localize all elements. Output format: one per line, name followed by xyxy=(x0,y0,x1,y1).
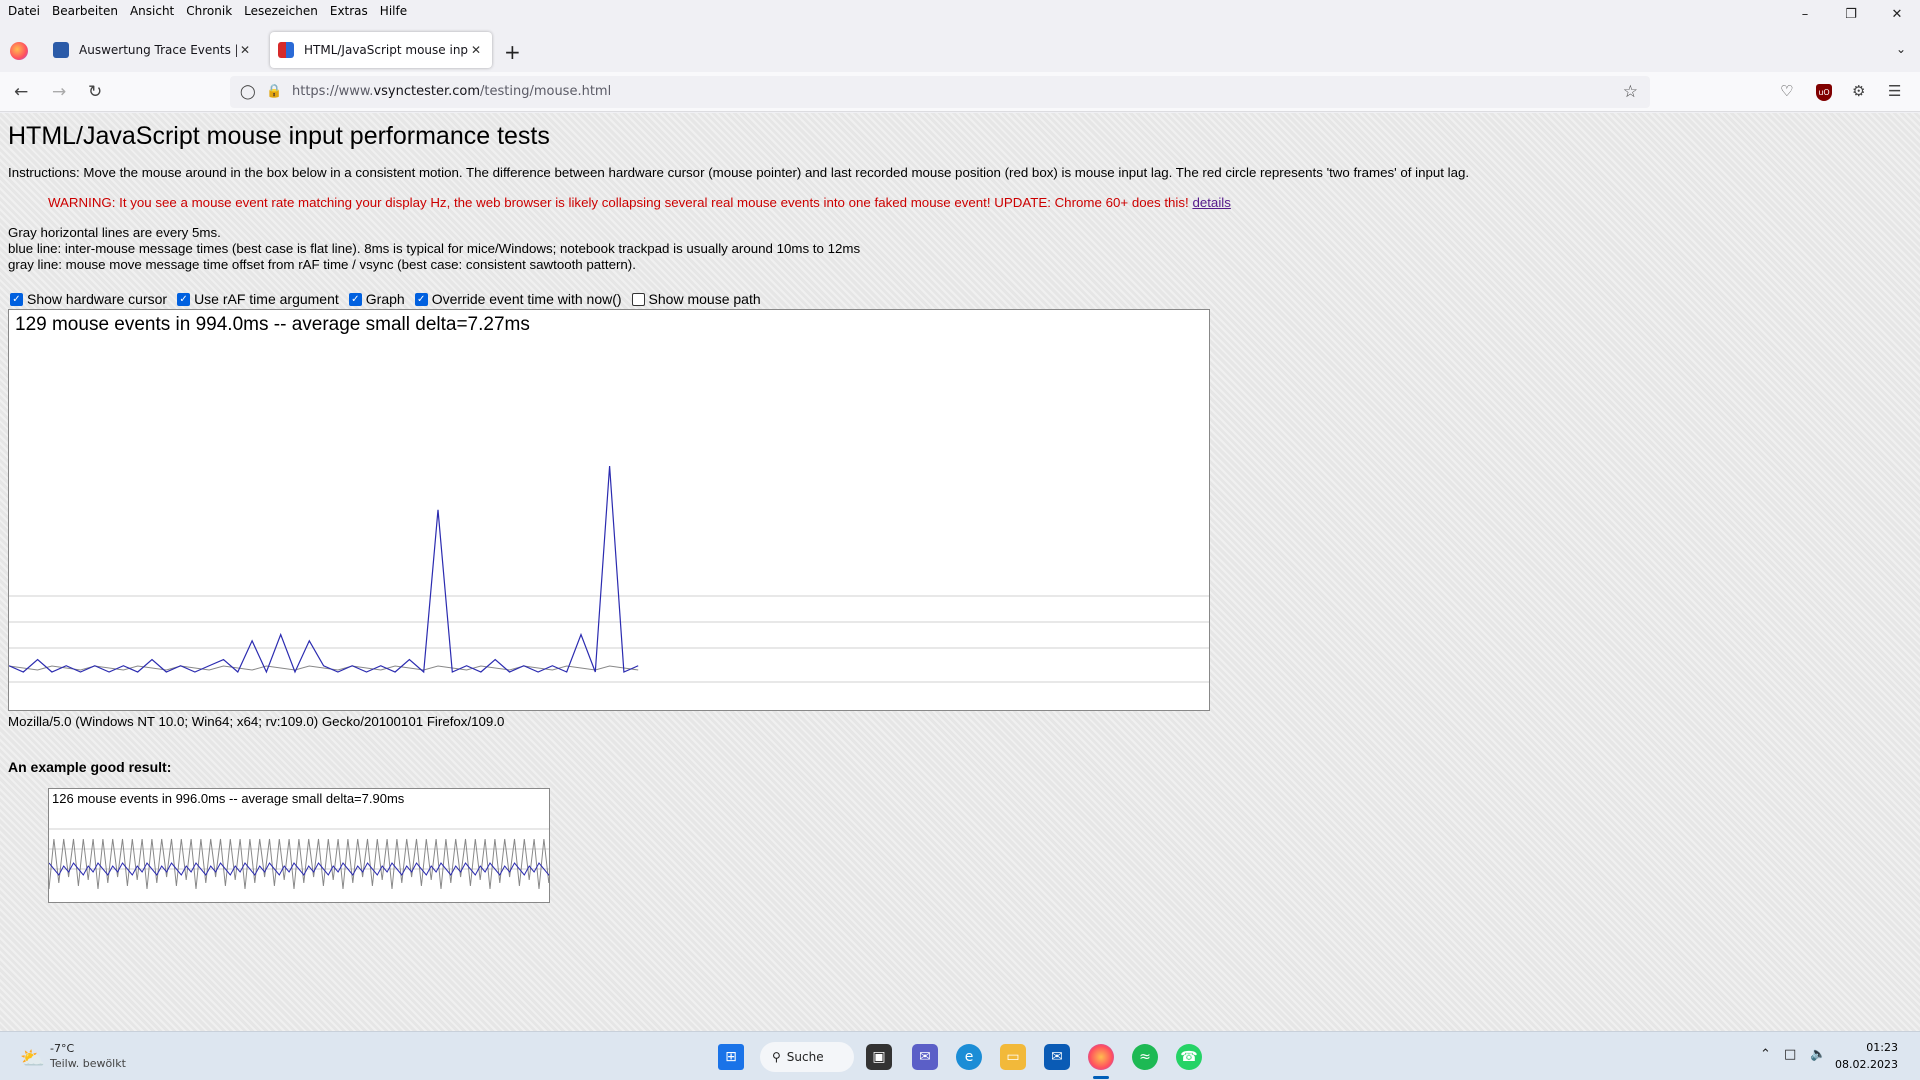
user-agent-text: Mozilla/5.0 (Windows NT 10.0; Win64; x64… xyxy=(8,714,505,729)
blue-series-line xyxy=(9,466,639,674)
weather-icon[interactable]: ⛅ xyxy=(20,1046,45,1070)
example-heading: An example good result: xyxy=(8,759,172,775)
page-content: HTML/JavaScript mouse input performance … xyxy=(0,113,1920,1031)
mouse-test-area[interactable]: 129 mouse events in 994.0ms -- average s… xyxy=(8,309,1210,711)
menu-datei[interactable]: Datei xyxy=(4,4,44,18)
teams-chat-icon[interactable]: ✉ xyxy=(912,1044,938,1070)
tab-trace-events[interactable]: Auswertung Trace Events | Com ✕ xyxy=(45,32,261,68)
new-tab-icon[interactable]: + xyxy=(504,40,521,64)
volume-icon[interactable]: 🔈 xyxy=(1810,1047,1826,1062)
extensions-icon[interactable]: ⚙ xyxy=(1852,82,1865,100)
reload-icon[interactable]: ↻ xyxy=(88,82,102,102)
close-tab-icon[interactable]: ✕ xyxy=(468,43,484,57)
chevron-down-icon[interactable]: ⌄ xyxy=(1896,42,1906,56)
whatsapp-icon[interactable]: ☎ xyxy=(1176,1044,1202,1070)
bookmark-star-icon[interactable]: ☆ xyxy=(1623,82,1638,102)
option-use-raf-time[interactable]: ✓ Use rAF time argument xyxy=(177,291,339,307)
spotify-icon[interactable]: ≈ xyxy=(1132,1044,1158,1070)
hamburger-menu-icon[interactable]: ☰ xyxy=(1888,82,1901,100)
close-tab-icon[interactable]: ✕ xyxy=(237,43,253,57)
url-bar[interactable]: ◯ 🔒 https://www.vsynctester.com/testing/… xyxy=(230,76,1650,108)
menu-hilfe[interactable]: Hilfe xyxy=(376,4,411,18)
menu-bearbeiten[interactable]: Bearbeiten xyxy=(48,4,122,18)
network-icon[interactable]: □ xyxy=(1784,1047,1796,1062)
tab-strip: Auswertung Trace Events | Com ✕ HTML/Jav… xyxy=(0,28,1920,72)
menu-chronik[interactable]: Chronik xyxy=(182,4,236,18)
back-arrow-icon[interactable]: ← xyxy=(14,82,28,102)
minimize-button[interactable]: – xyxy=(1782,0,1828,28)
weather-desc[interactable]: Teilw. bewölkt xyxy=(50,1057,126,1070)
taskbar: ⛅ -7°C Teilw. bewölkt ⊞ ⚲ Suche ▣ ✉ e ▭ … xyxy=(0,1031,1920,1080)
shield-icon[interactable]: ◯ xyxy=(240,84,256,100)
search-button[interactable]: ⚲ Suche xyxy=(760,1042,854,1072)
checkbox[interactable]: ✓ xyxy=(414,292,428,306)
ublock-icon[interactable]: uO xyxy=(1816,84,1832,101)
menu-extras[interactable]: Extras xyxy=(326,4,372,18)
maximize-button[interactable]: ❐ xyxy=(1828,0,1874,28)
checkbox[interactable]: ✓ xyxy=(177,292,191,306)
file-explorer-icon[interactable]: ▭ xyxy=(1000,1044,1026,1070)
lock-icon[interactable]: 🔒 xyxy=(266,84,282,99)
checkbox[interactable]: ✓ xyxy=(348,292,362,306)
clock-time[interactable]: 01:23 xyxy=(1866,1041,1898,1054)
mail-icon[interactable]: ✉ xyxy=(1044,1044,1070,1070)
search-icon: ⚲ xyxy=(772,1050,781,1064)
firefox-view-icon[interactable] xyxy=(10,42,28,60)
legend-line: gray line: mouse move message time offse… xyxy=(8,257,636,272)
clock-date[interactable]: 08.02.2023 xyxy=(1835,1058,1898,1071)
navigation-bar: ← → ↻ ◯ 🔒 https://www.vsynctester.com/te… xyxy=(0,72,1920,112)
gray-series-line xyxy=(49,838,549,890)
option-show-hardware-cursor[interactable]: ✓ Show hardware cursor xyxy=(10,291,167,307)
start-icon[interactable]: ⊞ xyxy=(718,1044,744,1070)
checkbox[interactable] xyxy=(631,292,645,306)
chevron-up-icon[interactable]: ⌃ xyxy=(1760,1047,1771,1062)
options-row: ✓ Show hardware cursor ✓ Use rAF time argu… xyxy=(10,291,771,307)
tab-mouse-input[interactable]: HTML/JavaScript mouse input p ✕ xyxy=(270,32,492,68)
warning-text: WARNING: It you see a mouse event rate m… xyxy=(48,195,1231,210)
tab-label: HTML/JavaScript mouse input p xyxy=(304,43,468,57)
menu-bar: Datei Bearbeiten Ansicht Chronik Lesezei… xyxy=(0,0,1920,22)
page-title: HTML/JavaScript mouse input performance … xyxy=(8,122,550,150)
menu-lesezeichen[interactable]: Lesezeichen xyxy=(240,4,322,18)
tab-label: Auswertung Trace Events | Com xyxy=(79,43,237,57)
edge-icon[interactable]: e xyxy=(956,1044,982,1070)
legend-line: Gray horizontal lines are every 5ms. xyxy=(8,225,221,240)
example-graph xyxy=(49,828,549,890)
firefox-icon[interactable] xyxy=(1088,1044,1114,1070)
option-show-mouse-path[interactable]: Show mouse path xyxy=(631,291,761,307)
example-result-box: 126 mouse events in 996.0ms -- average s… xyxy=(48,788,550,903)
instructions-text: Instructions: Move the mouse around in t… xyxy=(8,165,1470,180)
pocket-icon[interactable]: ♡ xyxy=(1780,82,1793,100)
legend-lines: Gray horizontal lines are every 5ms. blu… xyxy=(8,225,860,273)
tab-favicon-icon xyxy=(53,42,69,58)
weather-temp[interactable]: -7°C xyxy=(50,1042,74,1055)
details-link[interactable]: details xyxy=(1192,195,1230,210)
menu-ansicht[interactable]: Ansicht xyxy=(126,4,178,18)
forward-arrow-icon[interactable]: → xyxy=(52,82,66,102)
tab-favicon-icon xyxy=(278,42,294,58)
active-app-indicator xyxy=(1093,1076,1109,1079)
legend-line: blue line: inter-mouse message times (be… xyxy=(8,241,861,256)
task-view-icon[interactable]: ▣ xyxy=(866,1044,892,1070)
window-controls: – ❐ ✕ xyxy=(1782,0,1920,28)
url-text[interactable]: https://www.vsynctester.com/testing/mous… xyxy=(292,84,611,99)
option-override-event-time[interactable]: ✓ Override event time with now() xyxy=(414,291,622,307)
option-graph[interactable]: ✓ Graph xyxy=(348,291,405,307)
close-window-button[interactable]: ✕ xyxy=(1874,0,1920,28)
checkbox[interactable]: ✓ xyxy=(10,292,23,306)
timing-graph xyxy=(9,466,1209,683)
